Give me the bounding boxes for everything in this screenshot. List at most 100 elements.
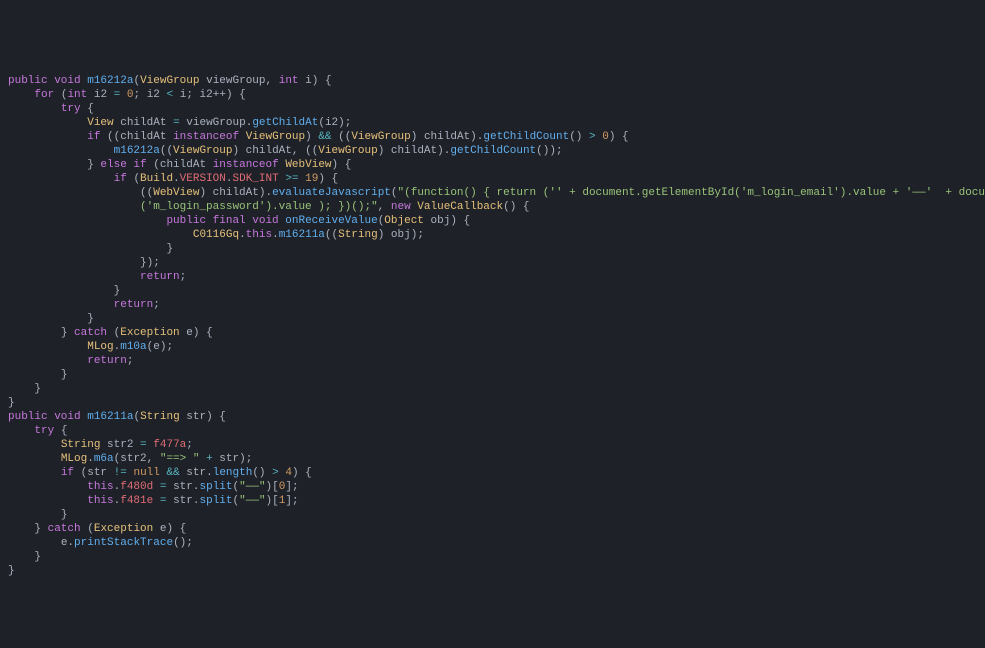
token: } xyxy=(61,369,68,381)
token: } xyxy=(114,285,121,297)
token: return xyxy=(87,355,127,367)
token: ViewGroup xyxy=(246,131,305,143)
token: ) xyxy=(305,131,318,143)
token: ); xyxy=(239,453,252,465)
token: i2 xyxy=(147,89,160,101)
token: childAt xyxy=(160,159,206,171)
token: (( xyxy=(325,229,338,241)
token: viewGroup xyxy=(206,75,265,87)
token: Exception xyxy=(94,523,153,535)
code-line: MLog.m10a(e); xyxy=(8,340,977,354)
token: try xyxy=(34,425,54,437)
token: instanceof xyxy=(173,131,239,143)
code-editor[interactable]: public void m16212a(ViewGroup viewGroup,… xyxy=(8,74,977,578)
token: () xyxy=(569,131,589,143)
token: MLog xyxy=(61,453,87,465)
code-line: C0116Gq.this.m16211a((String) obj); xyxy=(8,228,977,242)
code-line: public void m16212a(ViewGroup viewGroup,… xyxy=(8,74,977,88)
token: ) { xyxy=(332,159,352,171)
token: m16211a xyxy=(279,229,325,241)
token: View xyxy=(87,117,113,129)
code-line: this.f480d = str.split("——")[0]; xyxy=(8,480,977,494)
token: childAt xyxy=(391,145,437,157)
token: getChildCount xyxy=(450,145,536,157)
code-line: } catch (Exception e) { xyxy=(8,522,977,536)
token: split xyxy=(200,481,233,493)
token: getChildAt xyxy=(252,117,318,129)
code-line: ((WebView) childAt).evaluateJavascript("… xyxy=(8,186,977,200)
token: ) { xyxy=(609,131,629,143)
token: } xyxy=(61,509,68,521)
token: } xyxy=(61,327,74,339)
token: (( xyxy=(140,187,153,199)
token: "==> " xyxy=(160,453,200,465)
token: String xyxy=(338,229,378,241)
code-line: if (str != null && str.length() > 4) { xyxy=(8,466,977,480)
token: length xyxy=(213,467,253,479)
code-line: } xyxy=(8,564,977,578)
token: != xyxy=(114,467,127,479)
token: ). xyxy=(470,131,483,143)
token: if xyxy=(114,173,127,185)
token: = xyxy=(114,89,121,101)
token: WebView xyxy=(153,187,199,199)
token: } xyxy=(87,159,100,171)
token: i xyxy=(305,75,312,87)
token: m10a xyxy=(120,341,146,353)
code-line: this.f481e = str.split("——")[1]; xyxy=(8,494,977,508)
token: evaluateJavascript xyxy=(272,187,391,199)
token: ) xyxy=(232,145,245,157)
token: "——" xyxy=(239,481,265,493)
token: } xyxy=(8,397,15,409)
token: ) xyxy=(199,187,212,199)
token: i2 xyxy=(94,89,107,101)
token: { xyxy=(61,425,68,437)
token: viewGroup xyxy=(186,117,245,129)
token: ) xyxy=(378,229,391,241)
code-line: try { xyxy=(8,102,977,116)
token: 4 xyxy=(285,467,292,479)
token: (( xyxy=(160,145,173,157)
code-line: public void m16211a(String str) { xyxy=(8,410,977,424)
code-line: } xyxy=(8,508,977,522)
code-line: } xyxy=(8,242,977,256)
token: ViewGroup xyxy=(173,145,232,157)
token: ; xyxy=(134,89,147,101)
token: null xyxy=(133,467,159,479)
token: ( xyxy=(87,523,94,535)
token: else if xyxy=(100,159,146,171)
token: } xyxy=(87,313,94,325)
token: VERSION xyxy=(180,173,226,185)
code-line: if (Build.VERSION.SDK_INT >= 19) { xyxy=(8,172,977,186)
token: SDK_INT xyxy=(233,173,279,185)
token: ) { xyxy=(166,523,186,535)
token: ). xyxy=(437,145,450,157)
token: ; xyxy=(186,439,193,451)
token: ) { xyxy=(450,215,470,227)
token: ValueCallback xyxy=(417,201,503,213)
token: public final void xyxy=(166,215,278,227)
token: } xyxy=(34,523,47,535)
code-line: ('m_login_password').value ); })();", ne… xyxy=(8,200,977,214)
token: String xyxy=(140,411,180,423)
token: && xyxy=(318,131,331,143)
token: split xyxy=(200,495,233,507)
token: . xyxy=(193,481,200,493)
token: this xyxy=(87,481,113,493)
code-line: for (int i2 = 0; i2 < i; i2++) { xyxy=(8,88,977,102)
token: int xyxy=(279,75,299,87)
token: ) { xyxy=(206,411,226,423)
token: C0116Gq xyxy=(193,229,239,241)
token: obj xyxy=(431,215,451,227)
token: e xyxy=(153,341,160,353)
token: new xyxy=(391,201,411,213)
token: ]; xyxy=(285,481,298,493)
token: str xyxy=(219,453,239,465)
token: this xyxy=(246,229,272,241)
code-line: } xyxy=(8,284,977,298)
token: (); xyxy=(173,537,193,549)
token: = xyxy=(160,495,167,507)
token: ()); xyxy=(536,145,562,157)
token: ( xyxy=(318,117,325,129)
code-line: }); xyxy=(8,256,977,270)
